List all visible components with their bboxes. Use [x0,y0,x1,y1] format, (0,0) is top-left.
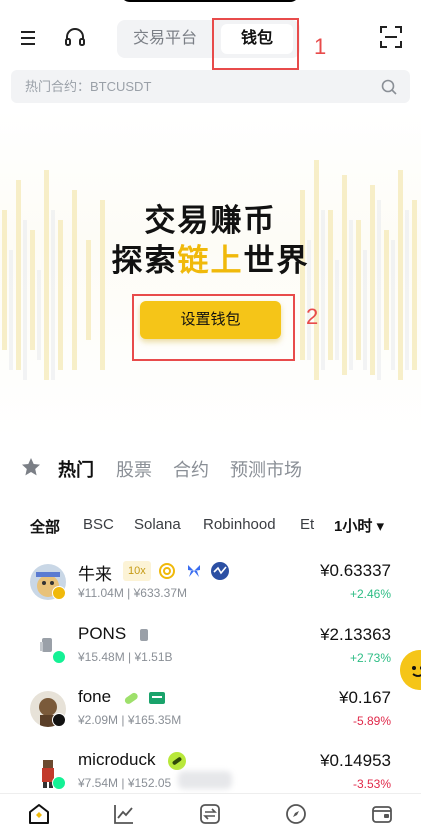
token-mcap: ¥1.51B [134,650,173,664]
token-name: 牛来 [78,565,112,584]
token-mcap: ¥152.05 [127,776,172,790]
category-tabs: 热门 股票 合约 预测市场 [0,450,421,486]
token-mcap: ¥633.37M [133,586,187,600]
blurred-overlay [178,771,232,789]
headset-icon[interactable] [62,25,88,51]
wave-icon [211,562,229,580]
wallet-hero: 交易赚币 探索链上世界 设置钱包 [0,110,421,440]
timeframe-select[interactable]: 1小时 ▾ [334,515,384,536]
star-icon[interactable] [20,456,42,478]
tab-prediction-market[interactable]: 预测市场 [230,456,302,482]
token-change: -3.53% [352,777,391,791]
token-change: +2.46% [349,587,391,601]
tab-exchange[interactable]: 交易平台 [117,20,213,58]
token-mcap: ¥165.35M [127,713,182,727]
filter-all[interactable]: 全部 [30,516,60,537]
ticket-icon [149,692,165,704]
token-name: fone [78,687,112,706]
chart-icon[interactable] [112,802,136,826]
filter-robinhood[interactable]: Robinhood [203,516,276,533]
at-icon [159,563,175,579]
filter-solana[interactable]: Solana [134,516,181,533]
hero-title-line-1: 交易赚币 [144,203,277,238]
annotation-number-2: 2 [306,304,319,329]
tab-stocks[interactable]: 股票 [116,456,152,482]
token-price: ¥2.13363 [320,625,391,644]
hero-title-highlight: 链上 [177,243,244,278]
token-name: PONS [78,624,127,643]
leverage-badge: 10x [123,561,151,581]
top-bar: 交易平台 钱包 1 [0,0,421,70]
annotation-box-2 [132,294,295,361]
tab-contracts[interactable]: 合约 [173,456,209,482]
token-volume-mcap: ¥11.04M | ¥633.37M [78,586,187,600]
token-row[interactable]: PONS ¥15.48M | ¥1.51B ¥2.13363 +2.73% [0,620,421,683]
token-volume-mcap: ¥7.54M | ¥152.05 [78,776,172,790]
token-row[interactable]: 牛来 10x ¥11.04M | ¥633.37M ¥0.63337 +2.46… [0,556,421,619]
bottom-navigation [0,793,421,829]
search-placeholder: 热门合约：BTCUSDT [25,79,152,94]
menu-icon[interactable] [18,26,42,50]
wallet-icon[interactable] [370,802,394,826]
search-bar[interactable]: 热门合约：BTCUSDT [11,70,410,103]
token-change: +2.73% [349,651,391,665]
token-price: ¥0.63337 [320,561,391,580]
token-logo-icon [140,629,148,641]
filter-bsc[interactable]: BSC [83,516,114,533]
token-name: microduck [78,750,156,769]
solana-chain-icon [52,650,66,664]
pill-icon [168,752,186,770]
discover-icon[interactable] [284,802,308,826]
token-price: ¥0.167 [339,688,391,707]
hero-title-line-2: 探索链上世界 [0,235,421,280]
swap-icon[interactable] [198,802,222,826]
solana-chain-icon [52,776,66,790]
pill-icon [124,692,138,704]
token-price: ¥0.14953 [320,751,391,770]
butterfly-icon [188,565,200,577]
token-change: -5.89% [352,714,391,728]
background-pattern [2,160,417,380]
token-volume-mcap: ¥15.48M | ¥1.51B [78,650,173,664]
bsc-chain-icon [52,586,66,600]
token-volume: ¥7.54M [78,776,119,790]
annotation-number-1: 1 [314,34,327,59]
scan-icon[interactable] [378,24,404,50]
filter-ethereum[interactable]: Et [300,516,314,533]
token-volume: ¥2.09M [78,713,119,727]
chain-filter-bar: 全部 BSC Solana Robinhood Et 1小时 ▾ [0,512,421,540]
base-chain-icon [52,713,66,727]
token-row[interactable]: fone ¥2.09M | ¥165.35M ¥0.167 -5.89% [0,683,421,746]
token-volume: ¥11.04M [78,586,124,600]
hero-title-part: 世界 [243,243,310,278]
search-icon[interactable] [380,78,398,96]
token-volume-mcap: ¥2.09M | ¥165.35M [78,713,182,727]
tab-hot[interactable]: 热门 [58,456,94,482]
home-icon[interactable] [27,802,51,826]
token-volume: ¥15.48M [78,650,125,664]
annotation-box-1 [212,18,299,70]
hero-title-part: 探索 [111,243,178,278]
